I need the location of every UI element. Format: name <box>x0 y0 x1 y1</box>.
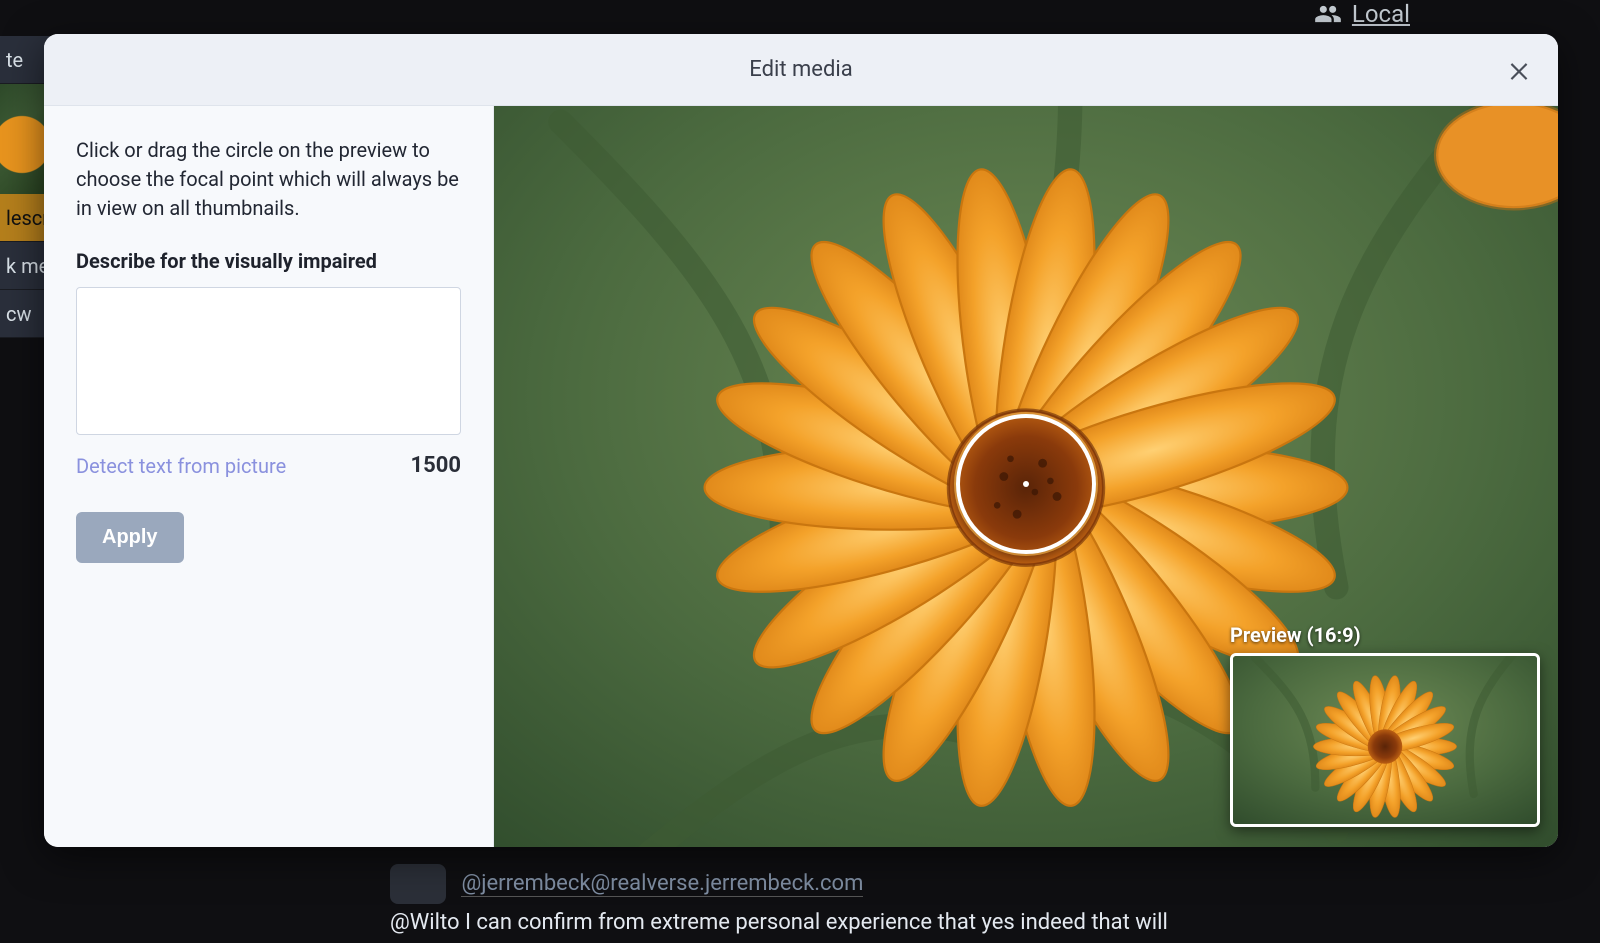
nav-link-local[interactable]: Local <box>1314 0 1410 28</box>
below-textarea-row: Detect text from picture 1500 <box>76 453 461 478</box>
edit-media-modal: Edit media Click or drag the circle on t… <box>44 34 1558 847</box>
thumbnail-preview: Preview (16:9) <box>1230 623 1540 827</box>
users-icon <box>1314 0 1342 28</box>
modal-body: Click or drag the circle on the preview … <box>44 106 1558 847</box>
preview-area[interactable]: Preview (16:9) <box>494 106 1558 847</box>
focal-point-handle[interactable] <box>956 414 1096 554</box>
apply-button[interactable]: Apply <box>76 512 184 563</box>
focal-instructions: Click or drag the circle on the preview … <box>76 136 461 223</box>
background-post: @jerrembeck@realverse.jerrembeck.com @Wi… <box>370 864 1600 943</box>
avatar <box>390 864 446 904</box>
thumbnail-preview-image <box>1230 653 1540 827</box>
left-panel: Click or drag the circle on the preview … <box>44 106 494 847</box>
char-remaining: 1500 <box>411 453 462 478</box>
modal-header: Edit media <box>44 34 1558 106</box>
post-handle[interactable]: @jerrembeck@realverse.jerrembeck.com <box>461 871 863 897</box>
nav-link-local-label: Local <box>1352 0 1410 28</box>
detect-text-link[interactable]: Detect text from picture <box>76 454 286 478</box>
close-button[interactable] <box>1502 53 1536 87</box>
post-body: @Wilto I can confirm from extreme person… <box>390 910 1580 935</box>
modal-title: Edit media <box>749 57 852 82</box>
close-icon <box>1506 57 1532 83</box>
describe-label: Describe for the visually impaired <box>76 249 461 273</box>
description-input[interactable] <box>76 287 461 435</box>
thumbnail-preview-label: Preview (16:9) <box>1230 623 1540 647</box>
